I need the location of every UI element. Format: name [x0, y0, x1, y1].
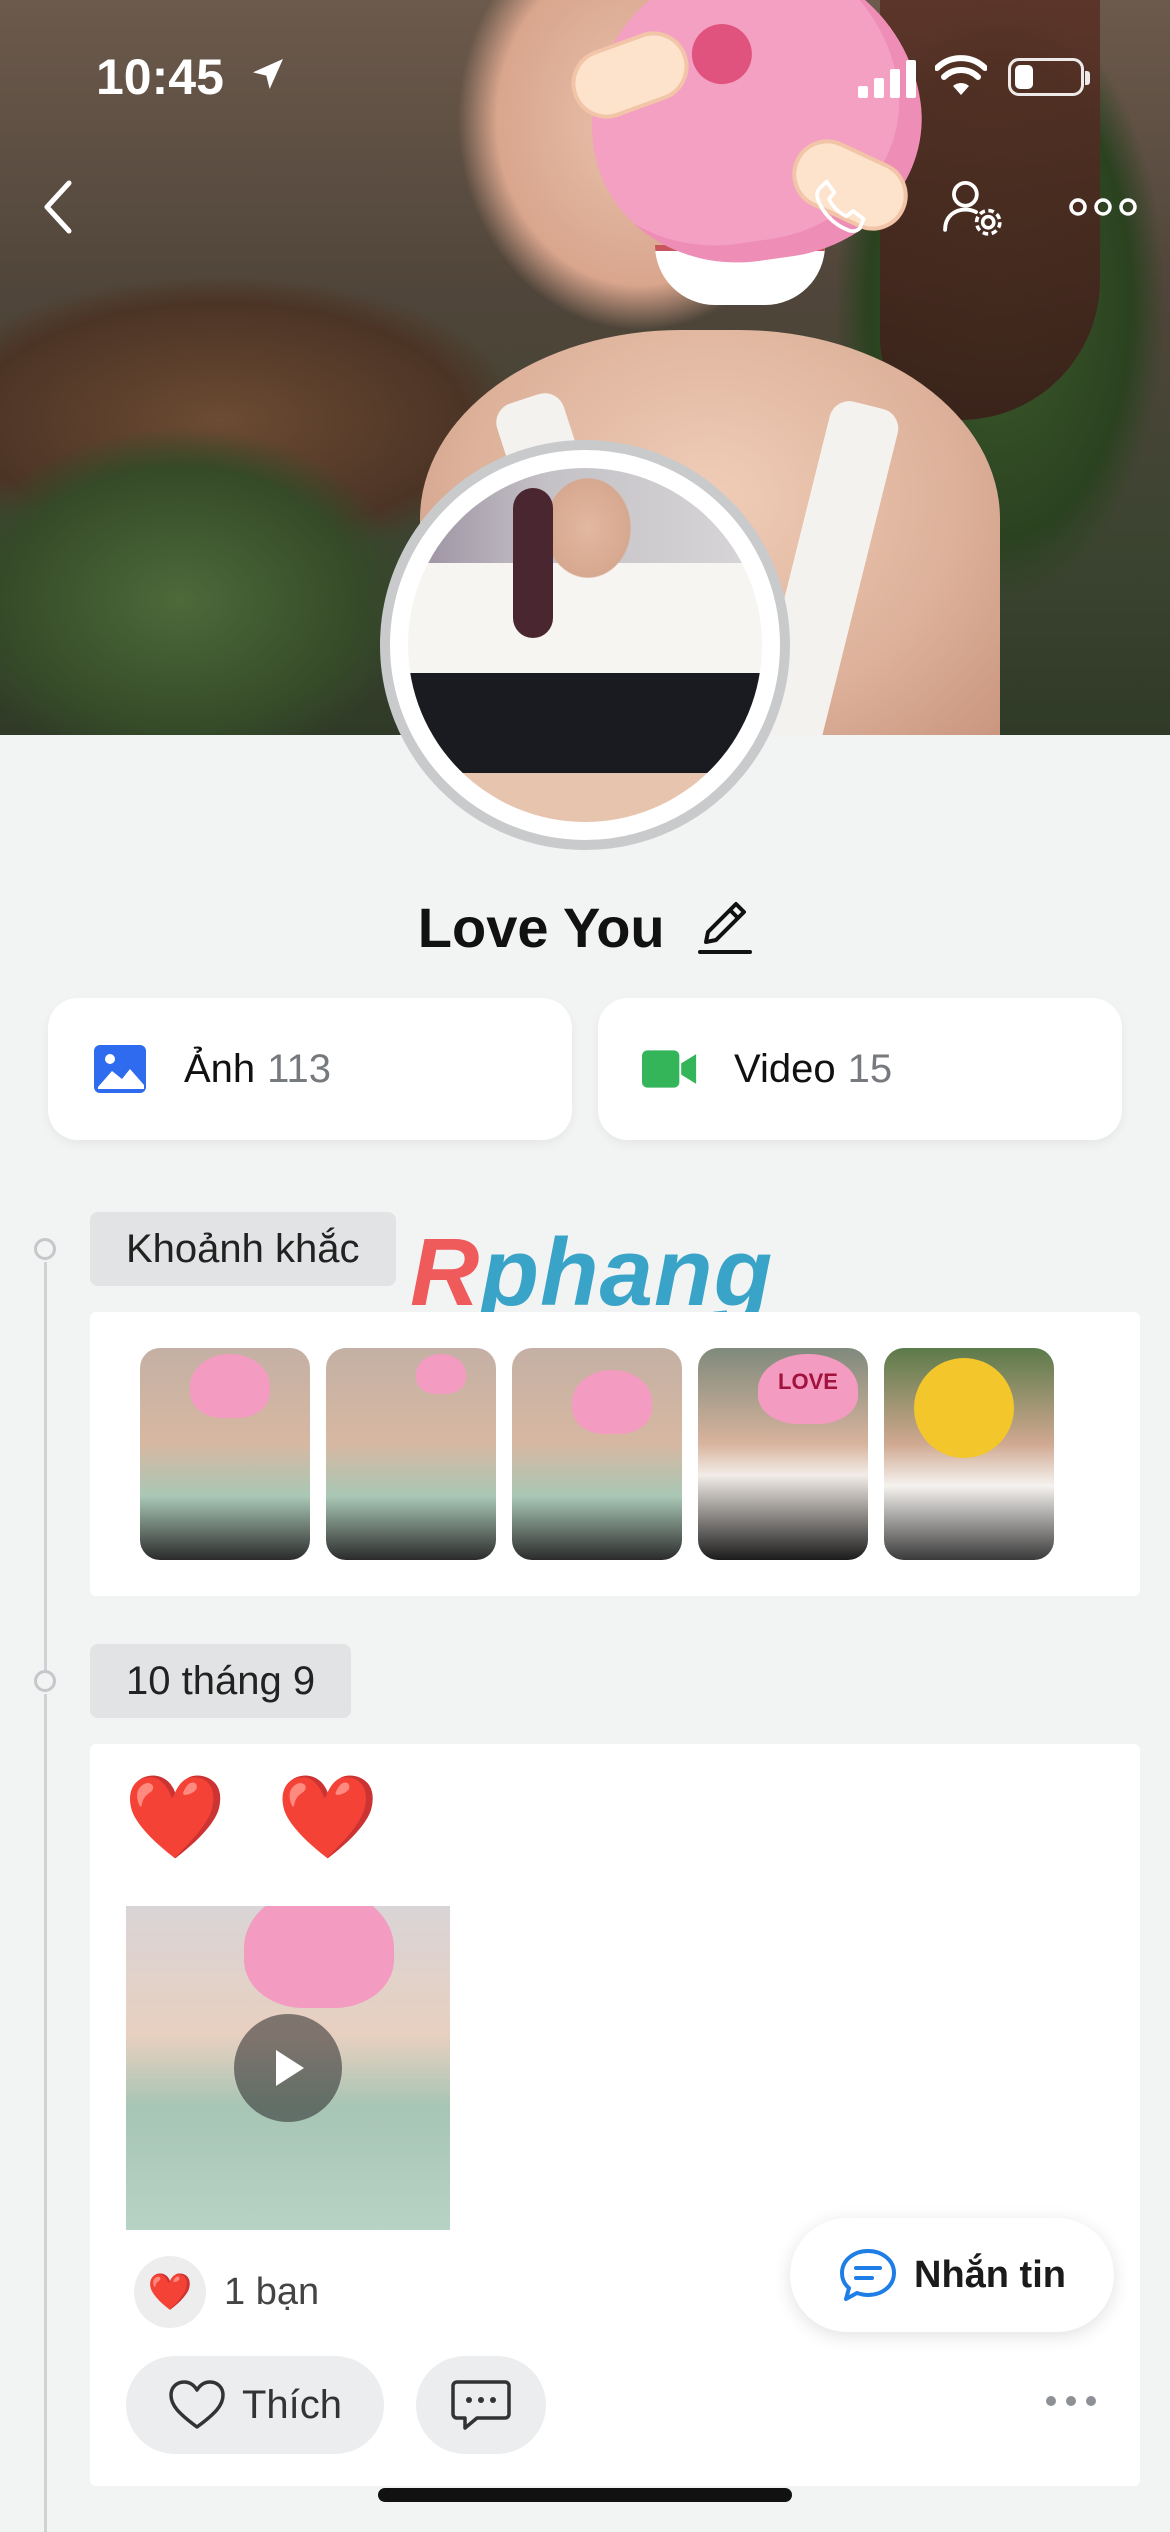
comment-icon — [451, 2380, 511, 2430]
videos-label: Video — [734, 1046, 836, 1091]
post-video-thumbnail[interactable] — [126, 1906, 450, 2230]
call-button[interactable] — [806, 172, 876, 242]
play-button[interactable] — [234, 2014, 342, 2122]
photos-count: 113 — [267, 1046, 331, 1091]
moment-sticker-text: LOVE — [758, 1354, 858, 1424]
edit-name-button[interactable] — [698, 896, 753, 969]
more-horizontal-icon — [1069, 198, 1137, 216]
like-label: Thích — [241, 2382, 343, 2427]
videos-card[interactable]: Video 15 — [598, 998, 1122, 1140]
status-time: 10:45 — [96, 49, 224, 105]
wifi-icon — [935, 55, 987, 95]
chat-bubble-icon — [840, 2249, 896, 2301]
reaction-count: 1 bạn — [224, 2270, 320, 2313]
photos-card[interactable]: Ảnh 113 — [48, 998, 572, 1140]
play-icon — [276, 2050, 304, 2086]
post-more-button[interactable] — [1046, 2396, 1096, 2406]
moment-thumbnail[interactable]: LOVE — [698, 1348, 868, 1560]
watermark-part2: phang — [480, 1219, 774, 1326]
back-button[interactable] — [24, 172, 94, 242]
timeline-line — [44, 1694, 47, 2532]
comment-button[interactable] — [416, 2356, 546, 2454]
heart-reaction-icon: ❤️ — [134, 2256, 206, 2328]
timeline-line — [44, 1262, 47, 1682]
home-indicator — [378, 2488, 792, 2502]
post-date-label: 10 tháng 9 — [90, 1644, 352, 1718]
like-button[interactable]: Thích — [126, 2356, 384, 2454]
avatar-photo — [408, 468, 762, 822]
more-options-button[interactable] — [1068, 172, 1138, 242]
pencil-icon — [698, 901, 753, 954]
moments-label: Khoảnh khắc — [90, 1212, 396, 1286]
send-message-label: Nhắn tin — [914, 2253, 1066, 2296]
videos-count: 15 — [847, 1046, 893, 1091]
back-chevron-icon — [44, 180, 72, 234]
watermark-part1: R — [410, 1219, 481, 1326]
status-bar: 10:45 — [0, 0, 1170, 150]
timeline-dot — [34, 1238, 56, 1260]
photo-icon — [94, 1045, 146, 1093]
video-camera-icon — [642, 1050, 697, 1088]
battery-icon — [1008, 58, 1090, 96]
heart-outline-icon — [169, 2380, 225, 2429]
moment-thumbnail[interactable] — [140, 1348, 310, 1560]
profile-name-row: Love You — [0, 895, 1170, 969]
moment-thumbnail[interactable] — [884, 1348, 1054, 1560]
photos-label: Ảnh — [184, 1046, 256, 1091]
send-message-button[interactable]: Nhắn tin — [790, 2218, 1114, 2332]
user-gear-icon — [943, 180, 1002, 236]
post-text: ❤️ ❤️ — [124, 1772, 393, 1863]
cellular-signal-icon — [858, 60, 916, 98]
phone-icon — [815, 179, 866, 233]
profile-name: Love You — [417, 896, 665, 959]
timeline-dot — [34, 1670, 56, 1692]
location-arrow-icon — [253, 59, 283, 89]
moment-thumbnail[interactable] — [512, 1348, 682, 1560]
avatar[interactable] — [380, 440, 790, 850]
moment-thumbnail[interactable] — [326, 1348, 496, 1560]
profile-settings-button[interactable] — [938, 172, 1008, 242]
reaction-summary[interactable]: ❤️ 1 bạn — [134, 2256, 319, 2328]
